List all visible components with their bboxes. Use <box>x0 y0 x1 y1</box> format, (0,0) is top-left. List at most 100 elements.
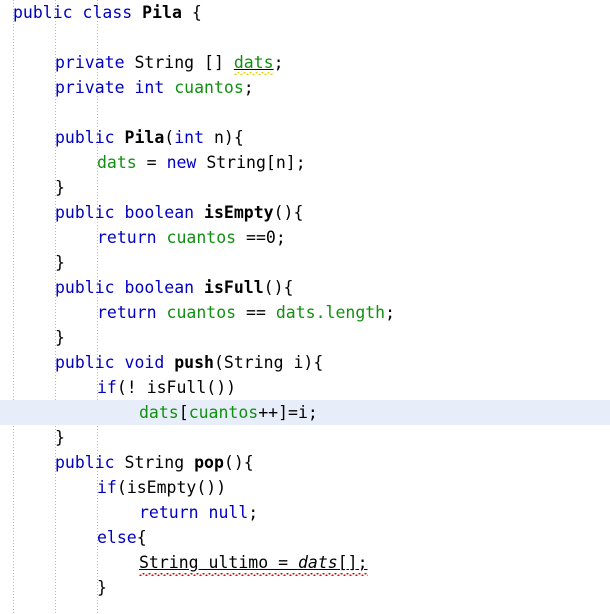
token: dats <box>97 153 137 172</box>
token: public <box>55 278 115 297</box>
token: ( <box>213 353 224 372</box>
token: private <box>55 78 125 97</box>
token: isEmpty <box>126 478 197 497</box>
code-line-text: if(isEmpty()) <box>97 478 226 497</box>
code-line-text: public class Pila { <box>13 3 202 22</box>
token: dats.length <box>275 303 386 322</box>
token: dats <box>139 403 179 422</box>
code-line[interactable]: if(isEmpty()) <box>0 475 610 500</box>
token: if <box>97 378 117 397</box>
code-line[interactable]: return null; <box>0 500 610 525</box>
code-line[interactable]: public void push(String i){ <box>0 350 610 375</box>
token: push <box>174 353 214 372</box>
token: ++]=i; <box>258 403 318 422</box>
code-line[interactable]: if(! isFull()) <box>0 375 610 400</box>
token: class <box>82 3 133 22</box>
code-line-text: public boolean isEmpty(){ <box>55 203 303 222</box>
token: cuantos <box>166 228 237 247</box>
token: isFull <box>204 278 264 297</box>
token: ; <box>248 503 259 522</box>
token: private <box>55 53 125 72</box>
token: ; <box>243 78 254 97</box>
code-line-text: dats = new String[n]; <box>97 153 306 172</box>
code-line[interactable]: dats = new String[n]; <box>0 150 610 175</box>
code-line-text: if(! isFull()) <box>97 378 236 397</box>
code-line[interactable]: public String pop(){ <box>0 450 610 475</box>
token: ()) <box>196 478 227 497</box>
token: { <box>181 3 202 22</box>
code-line[interactable]: public boolean isFull(){ <box>0 275 610 300</box>
code-line[interactable]: String ultimo = dats[]; <box>0 550 610 575</box>
token: String <box>124 453 185 472</box>
token: []; <box>337 553 368 572</box>
code-line[interactable]: public Pila(int n){ <box>0 125 610 150</box>
token: public <box>13 3 73 22</box>
code-editor-pane[interactable]: public class Pila { private String [] dat… <box>0 0 610 614</box>
code-line-text: return null; <box>139 503 258 522</box>
token: ()) <box>206 378 237 397</box>
code-line-text: } <box>55 428 65 447</box>
code-line[interactable]: } <box>0 325 610 350</box>
token: isEmpty <box>204 203 274 222</box>
code-line-text: dats[cuantos++]=i; <box>139 403 318 422</box>
code-line[interactable]: dats[cuantos++]=i; <box>0 400 610 425</box>
token: dats <box>297 553 338 572</box>
token: (){ <box>273 203 304 222</box>
code-line-text: else{ <box>97 528 147 547</box>
code-line-text-error: String ultimo = dats[]; <box>139 553 368 572</box>
code-line[interactable]: } <box>0 575 610 600</box>
token: ; <box>273 53 284 72</box>
token: i){ <box>283 353 324 372</box>
token: String <box>134 53 195 72</box>
source-code[interactable]: public class Pila { private String [] dat… <box>0 0 610 600</box>
token: pop <box>194 453 224 472</box>
code-line[interactable]: public class Pila { <box>0 0 610 25</box>
code-line[interactable]: } <box>0 425 610 450</box>
token: String <box>223 353 284 372</box>
token: cuantos <box>174 78 244 97</box>
token: } <box>55 178 65 197</box>
code-line[interactable]: private String [] dats; <box>0 50 610 75</box>
code-line[interactable]: else{ <box>0 525 610 550</box>
code-line-text: public void push(String i){ <box>55 353 323 372</box>
token: public <box>55 453 115 472</box>
token: n){ <box>204 128 244 147</box>
code-line-text: } <box>55 328 65 347</box>
code-line-text: private int cuantos; <box>55 78 254 97</box>
token: Pila <box>142 3 182 22</box>
token: [ <box>178 403 189 422</box>
code-line-text: return cuantos ==0; <box>97 228 286 247</box>
token: (){ <box>223 453 254 472</box>
token: int <box>174 128 205 147</box>
token: (! <box>116 378 147 397</box>
code-line[interactable] <box>0 25 610 50</box>
code-line[interactable]: private int cuantos; <box>0 75 610 100</box>
token: public <box>55 203 115 222</box>
token: ( <box>164 128 175 147</box>
code-line[interactable] <box>0 100 610 125</box>
code-line-text: } <box>55 253 65 272</box>
token: ; <box>385 303 396 322</box>
code-line[interactable]: return cuantos ==0; <box>0 225 610 250</box>
code-line[interactable]: } <box>0 250 610 275</box>
token: } <box>97 578 107 597</box>
token: cuantos <box>188 403 259 422</box>
code-line[interactable]: return cuantos == dats.length; <box>0 300 610 325</box>
token: dats <box>233 53 274 72</box>
code-line[interactable]: public boolean isEmpty(){ <box>0 200 610 225</box>
token: } <box>55 428 65 447</box>
code-line[interactable]: } <box>0 175 610 200</box>
code-line-text: public Pila(int n){ <box>55 128 244 147</box>
token: isFull <box>146 378 207 397</box>
token: public <box>55 353 115 372</box>
token: ultimo = <box>198 553 298 572</box>
